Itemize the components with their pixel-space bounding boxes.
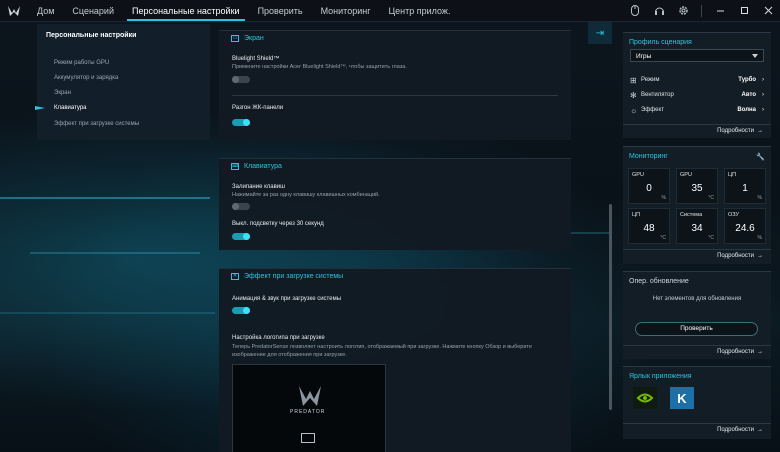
effect-icon: ☼ [630, 105, 638, 115]
nvidia-icon[interactable] [633, 387, 657, 409]
boot-header: ✕ Эффект при загрузке системы [219, 269, 571, 283]
boot-logo-preview[interactable]: PREDATOR [232, 364, 386, 452]
sidebar-item-battery[interactable]: Аккумулятор и зарядка [54, 75, 118, 81]
sticky-keys-toggle[interactable] [232, 203, 250, 210]
profile-details-link[interactable]: Подробности → [717, 128, 763, 134]
scenario-profile-panel: Профиль сценария Игры ⊞ Режим Турбо › ✻ В… [623, 32, 771, 138]
screen-header: ▭ Экран [219, 31, 571, 45]
boot-anim-title: Анимация & звук при загрузке системы [232, 296, 342, 302]
k-app-icon[interactable]: K [670, 387, 694, 409]
update-empty-text: Нет элементов для обновления [652, 296, 742, 302]
top-navigation: Дом Сценарий Персональные настройки Пров… [0, 0, 780, 22]
update-title: Опер. обновление [629, 278, 689, 285]
backlight-title: Выкл. подсветку через 30 секунд [232, 221, 324, 227]
minimize-icon[interactable] [708, 0, 732, 22]
chevron-down-icon [752, 54, 758, 58]
fan-icon: ✻ [630, 90, 637, 100]
tab-home[interactable]: Дом [28, 0, 63, 21]
sidebar-item-keyboard[interactable]: Клавиатура [54, 105, 87, 111]
mode-icon: ⊞ [630, 75, 637, 85]
profile-title: Профиль сценария [629, 39, 692, 46]
tile-cpu-temp: ЦП 48 °C [628, 208, 670, 244]
active-marker [35, 106, 45, 110]
overdrive-title: Разгон ЖК-панели [232, 105, 284, 111]
app-shortcuts-panel: Ярлык приложения K Подробности → [623, 366, 771, 439]
tile-system-temp: Система 34 °C [676, 208, 718, 244]
tile-cpu-load: ЦП 1% [724, 168, 766, 204]
monitoring-title: Мониторинг 🔧 [629, 153, 765, 161]
predator-emblem-icon [299, 386, 321, 406]
monitoring-details-link[interactable]: Подробности → [717, 253, 763, 259]
boot-effect-section: ✕ Эффект при загрузке системы Анимация &… [219, 268, 571, 452]
tab-scenario[interactable]: Сценарий [63, 0, 123, 21]
mouse-icon[interactable] [623, 0, 647, 22]
screen-section: ▭ Экран Bluelight Shield™ Примените наст… [219, 30, 571, 140]
wrench-icon[interactable]: 🔧 [756, 153, 765, 161]
update-details-link[interactable]: Подробности → [717, 349, 763, 355]
scrollbar[interactable] [609, 204, 612, 410]
profile-select[interactable]: Игры [630, 49, 764, 62]
keyboard-icon: ⌨ [231, 162, 239, 170]
profile-row-mode[interactable]: ⊞ Режим Турбо › [630, 75, 764, 85]
profile-row-effect[interactable]: ☼ Эффект Волна › [630, 105, 764, 115]
collapse-panel-icon[interactable]: ⇥ [588, 22, 612, 44]
monitoring-panel: Мониторинг 🔧 GPU 0% GPU 35 °C ЦП 1% ЦП 48 °C Си… [623, 146, 771, 264]
boot-header-label: Эффект при загрузке системы [244, 272, 344, 280]
sidebar-item-gpu-mode[interactable]: Режим работы GPU [54, 60, 109, 66]
maximize-icon[interactable] [732, 0, 756, 22]
settings-sidebar: Персональные настройки Режим работы GPU … [35, 24, 210, 140]
bluelight-title: Bluelight Shield™ [232, 56, 280, 62]
sidebar-item-boot-effect[interactable]: Эффект при загрузке системы [54, 121, 139, 127]
boot-logo-desc: Теперь PredatorSense позволяет настроить… [232, 344, 532, 358]
tile-ram-load: ОЗУ 24.6% [724, 208, 766, 244]
boot-logo-brand: PREDATOR [290, 409, 326, 415]
screen-icon: ▭ [231, 34, 239, 42]
tab-personal-settings[interactable]: Персональные настройки [123, 0, 249, 21]
sidebar-item-screen[interactable]: Экран [54, 90, 71, 96]
tab-app-center[interactable]: Центр прилож. [380, 0, 460, 21]
image-edit-icon[interactable] [301, 433, 315, 443]
sidebar-title: Персональные настройки [46, 32, 137, 39]
live-update-panel: Опер. обновление Нет элементов для обнов… [623, 271, 771, 359]
shortcuts-details-link[interactable]: Подробности → [717, 427, 763, 433]
headset-icon[interactable] [647, 0, 671, 22]
sticky-keys-desc: Нажимайте за раз одну клавишу клавишных … [232, 192, 380, 198]
keyboard-section: ⌨ Клавиатура Залипание клавиш Нажимайте … [219, 158, 571, 250]
profile-row-fan[interactable]: ✻ Вентилятор Авто › [630, 90, 764, 100]
backlight-toggle[interactable] [232, 233, 250, 240]
bluelight-desc: Примените настройки Acer Bluelight Shiel… [232, 64, 407, 70]
divider [232, 95, 558, 96]
predator-logo-icon [0, 0, 28, 21]
overdrive-toggle[interactable] [232, 119, 250, 126]
bluelight-toggle[interactable] [232, 76, 250, 83]
sticky-keys-title: Залипание клавиш [232, 184, 285, 190]
tab-check[interactable]: Проверить [249, 0, 312, 21]
tile-gpu-load: GPU 0% [628, 168, 670, 204]
keyboard-header: ⌨ Клавиатура [219, 159, 571, 173]
boot-anim-toggle[interactable] [232, 307, 250, 314]
screen-header-label: Экран [244, 34, 264, 42]
tile-gpu-temp: GPU 35 °C [676, 168, 718, 204]
keyboard-header-label: Клавиатура [244, 162, 282, 170]
separator [701, 4, 702, 17]
boot-logo-title: Настройка логотипа при загрузке [232, 335, 325, 341]
shortcuts-title: Ярлык приложения [629, 373, 692, 380]
close-icon[interactable] [756, 0, 780, 22]
tab-monitoring[interactable]: Мониторинг [312, 0, 380, 21]
check-updates-button[interactable]: Проверить [635, 322, 758, 336]
gear-icon[interactable] [671, 0, 695, 22]
boot-icon: ✕ [231, 272, 239, 280]
